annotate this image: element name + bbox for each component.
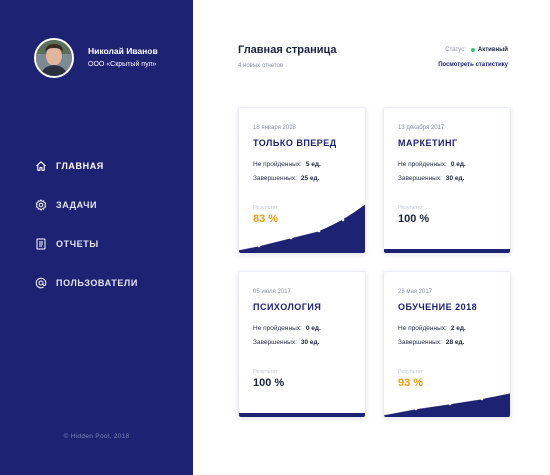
card-not-passed: Не пройденных: 0 ед. (398, 161, 466, 168)
card-progress-chart (384, 393, 510, 417)
status-dot-icon (470, 48, 475, 52)
card-completed: Завершенных: 30 ед. (398, 175, 465, 182)
sidebar-item-users[interactable]: ПОЛЬЗОВАТЕЛИ (34, 275, 138, 291)
sidebar-footer: © Hidden Pool, 2018 (63, 433, 130, 440)
card-not-passed: Не пройденных: 0 ед. (253, 325, 321, 332)
home-icon (34, 160, 47, 173)
card-date: 13 декабря 2017 (398, 125, 445, 131)
sidebar-item-tasks[interactable]: ЗАДАЧИ (34, 197, 138, 213)
card-result: 93 % (398, 377, 424, 389)
document-icon (34, 238, 47, 251)
card-title: МАРКЕТИНГ (398, 138, 458, 148)
sidebar-item-label: ГЛАВНАЯ (56, 161, 104, 171)
sidebar-item-label: ПОЛЬЗОВАТЕЛИ (56, 278, 138, 288)
card-not-passed: Не пройденных: 5 ед. (253, 161, 321, 168)
sidebar-item-reports[interactable]: ОТЧЕТЫ (34, 236, 138, 252)
card-result-label: Результат (398, 369, 424, 375)
status-indicator: Статус: Активный (445, 47, 508, 53)
card-progress-chart (239, 204, 365, 253)
card-date: 18 января 2018 (253, 125, 296, 131)
card-not-passed: Не пройденных: 2 ед. (398, 325, 466, 332)
card-result: 100 % (398, 213, 430, 225)
card-completed: Завершенных: 30 ед. (253, 339, 320, 346)
card-date: 28 мая 2017 (398, 289, 433, 295)
gear-icon (34, 199, 47, 212)
user-company: ООО «Скрытый пул» (88, 61, 157, 68)
sidebar-item-label: ЗАДАЧИ (56, 200, 98, 210)
avatar[interactable] (34, 38, 74, 78)
main-content: Главная страница 4 новых отчетов Статус:… (193, 0, 550, 475)
sidebar: Николай Иванов ООО «Скрытый пул» ГЛАВНАЯ… (0, 0, 193, 475)
at-sign-icon (34, 277, 47, 290)
report-card[interactable]: 28 мая 2017 ОБУЧЕНИЕ 2018 Не пройденных:… (383, 271, 511, 418)
card-title: ОБУЧЕНИЕ 2018 (398, 302, 478, 312)
user-name: Николай Иванов (88, 46, 158, 56)
view-statistics-link[interactable]: Посмотреть статистику (438, 62, 508, 68)
card-progress-chart (384, 249, 510, 253)
sidebar-item-label: ОТЧЕТЫ (56, 239, 99, 249)
card-progress-chart (239, 413, 365, 417)
card-completed: Завершенных: 28 ед. (398, 339, 465, 346)
card-result-label: Результат (398, 205, 424, 211)
card-title: ТОЛЬКО ВПЕРЕД (253, 138, 337, 148)
user-profile[interactable]: Николай Иванов ООО «Скрытый пул» (34, 38, 158, 78)
sidebar-item-home[interactable]: ГЛАВНАЯ (34, 158, 138, 174)
card-title: ПСИХОЛОГИЯ (253, 302, 322, 312)
report-card[interactable]: 13 декабря 2017 МАРКЕТИНГ Не пройденных:… (383, 107, 511, 254)
sidebar-nav: ГЛАВНАЯ ЗАДАЧИ ОТЧЕТЫ ПОЛЬЗОВАТЕЛИ (34, 158, 138, 314)
status-label: Статус: (445, 47, 466, 53)
page-subtitle: 4 новых отчетов (238, 63, 284, 69)
card-completed: Завершенных: 25 ед. (253, 175, 320, 182)
card-result: 100 % (253, 377, 285, 389)
page-title: Главная страница (238, 44, 337, 56)
card-date: 05 июля 2017 (253, 289, 291, 295)
status-value: Активный (477, 47, 508, 53)
card-result-label: Результат (253, 369, 279, 375)
report-card[interactable]: 05 июля 2017 ПСИХОЛОГИЯ Не пройденных: 0 … (238, 271, 366, 418)
report-card[interactable]: 18 января 2018 ТОЛЬКО ВПЕРЕД Не пройденн… (238, 107, 366, 254)
